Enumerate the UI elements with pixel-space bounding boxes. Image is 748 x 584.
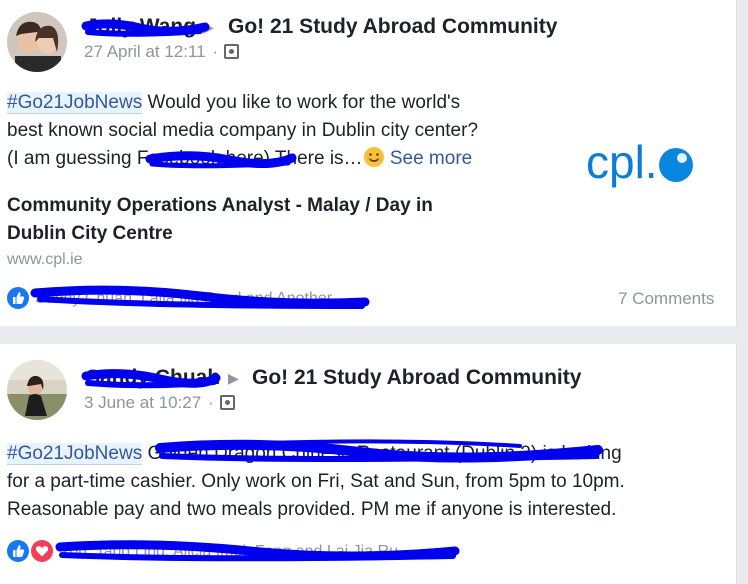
- smiling-face-icon: [363, 147, 384, 167]
- post-timestamp[interactable]: 3 June at 10:27: [84, 393, 201, 412]
- audience-group-icon[interactable]: [224, 44, 239, 59]
- post-body: #Go21JobNews Golden Dragon Chinese Resta…: [7, 440, 727, 524]
- like-reaction-icon[interactable]: [7, 287, 29, 309]
- redacted-text: Facebook here: [136, 148, 264, 169]
- author-name[interactable]: Jolly Wang: [86, 15, 196, 39]
- logo-text: cpl.: [586, 136, 658, 188]
- group-name[interactable]: Go! 21 Study Abroad Community: [228, 15, 557, 39]
- post-body: #Go21JobNews Would you like to work for …: [7, 89, 567, 173]
- post-text: (I am guessing: [7, 148, 137, 169]
- author-avatar[interactable]: [7, 360, 67, 420]
- love-reaction-icon[interactable]: [31, 540, 53, 562]
- caret-right-icon: ▶: [203, 19, 214, 35]
- post-text: Would you like to work for the world's: [142, 92, 461, 113]
- post-text: ) There is…: [263, 148, 363, 169]
- reaction-names[interactable]: You, Tang Ling, Alicia Imek Fong and Lai…: [60, 543, 398, 561]
- link-title[interactable]: Community Operations Analyst - Malay / D…: [7, 192, 567, 248]
- redacted-text: Golden Dragon Chinese Restaurant (Dublin…: [142, 443, 538, 464]
- link-title-line: Community Operations Analyst - Malay / D…: [7, 195, 433, 216]
- post-text: for a part-time cashier. Only work on Fr…: [7, 471, 625, 492]
- see-more-link[interactable]: See more: [390, 148, 472, 169]
- like-reaction-icon[interactable]: [7, 540, 29, 562]
- comments-count-link[interactable]: 7 Comments: [618, 289, 714, 309]
- hashtag-link[interactable]: #Go21JobNews: [7, 443, 143, 465]
- group-name[interactable]: Go! 21 Study Abroad Community: [252, 366, 581, 390]
- hashtag-link[interactable]: #Go21JobNews: [7, 92, 143, 114]
- post-meta: 27 April at 12:11 ·: [84, 42, 239, 62]
- author-name[interactable]: Sandy Chuah: [86, 366, 220, 390]
- cpl-logo[interactable]: cpl.: [580, 134, 700, 194]
- link-domain[interactable]: www.cpl.ie: [7, 251, 83, 269]
- caret-right-icon: ▶: [228, 370, 239, 386]
- post-timestamp[interactable]: 27 April at 12:11: [84, 42, 206, 61]
- author-avatar[interactable]: [7, 12, 67, 72]
- audience-group-icon[interactable]: [219, 395, 235, 410]
- link-title-line: Dublin City Centre: [7, 223, 173, 244]
- post-text: Reasonable pay and two meals provided. P…: [7, 499, 617, 520]
- post-text: best known social media company in Dubli…: [7, 120, 479, 141]
- post-text: is looking: [537, 443, 622, 464]
- post-meta: 3 June at 10:27 ·: [84, 393, 235, 413]
- reaction-names[interactable]: Sandy Chuah, Laila Ilia Rusd and Another: [35, 290, 332, 308]
